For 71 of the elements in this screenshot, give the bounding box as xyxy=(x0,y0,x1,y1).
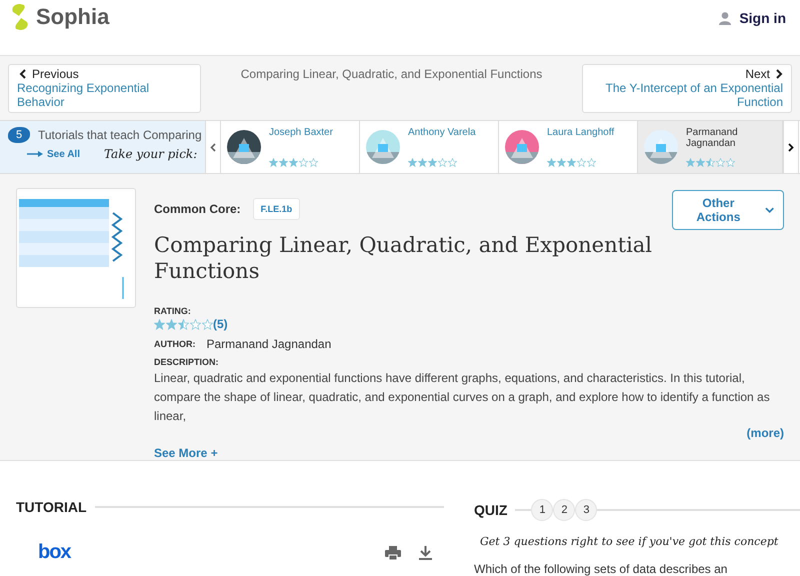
carousel-prev-button[interactable] xyxy=(205,121,221,173)
common-core-label: Common Core: xyxy=(154,202,241,216)
chevron-left-icon xyxy=(210,142,216,152)
star-icon xyxy=(577,158,586,167)
author-name: Parmanand Jagnandan xyxy=(206,337,332,351)
author-name: Parmanand Jagnandan xyxy=(686,127,739,149)
star-icon xyxy=(299,158,308,167)
star-icon xyxy=(706,158,715,167)
see-more-link[interactable]: See More + xyxy=(154,446,218,460)
more-link[interactable]: (more) xyxy=(746,426,784,440)
star-icon xyxy=(166,318,177,330)
question-step[interactable]: 2 xyxy=(553,499,576,521)
sign-in-link[interactable]: Sign in xyxy=(719,10,786,26)
star-icon xyxy=(696,158,705,167)
download-icon[interactable] xyxy=(419,546,432,560)
star-icon xyxy=(309,158,318,167)
logo-icon xyxy=(10,3,30,31)
next-link[interactable]: Next The Y-Intercept of an Exponential Function xyxy=(582,64,792,113)
previous-link[interactable]: Previous Recognizing Exponential Behavior xyxy=(8,64,201,113)
carousel-next-button[interactable] xyxy=(783,121,799,173)
question-step[interactable]: 1 xyxy=(531,499,554,521)
count-badge: 5 xyxy=(8,127,30,143)
question-step[interactable]: 3 xyxy=(575,499,598,521)
author-name: Joseph Baxter xyxy=(269,127,333,138)
arrow-right-icon xyxy=(27,151,43,157)
star-icon xyxy=(289,158,298,167)
rating-label: RATING: xyxy=(154,306,192,316)
question-text: Which of the following sets of data describes an xyxy=(474,562,728,576)
caret-icon xyxy=(764,206,774,214)
star-icon xyxy=(587,158,596,167)
star-icon xyxy=(190,318,201,330)
author-name: Anthony Varela xyxy=(408,127,476,138)
star-icon xyxy=(418,158,427,167)
section-heading: QUIZ xyxy=(474,502,508,518)
standard-tag[interactable]: F.LE.1b xyxy=(252,198,300,220)
rating-count[interactable]: (5) xyxy=(213,317,228,331)
author-name: Laura Langhoff xyxy=(547,127,614,138)
description-text: Linear, quadratic and exponential functions have different graphs, equations, and characteristics. In this tutorial, compare the shape of linear, quadratic, and exponential curves on a graph, and explore how to identify a function as linear, xyxy=(154,370,771,425)
star-icon xyxy=(428,158,437,167)
star-icon xyxy=(408,158,417,167)
see-all-link[interactable]: See All xyxy=(27,148,80,160)
author-label: AUTHOR: xyxy=(154,339,196,349)
star-icon xyxy=(438,158,447,167)
star-icon xyxy=(269,158,278,167)
star-icon xyxy=(202,318,213,330)
print-icon[interactable] xyxy=(385,546,401,560)
quiz-prompt: Get 3 questions right to see if you've got this concept xyxy=(480,535,780,548)
star-icon xyxy=(178,318,189,330)
description-label: DESCRIPTION: xyxy=(154,357,220,367)
tutorial-card[interactable]: Parmanand Jagnandan xyxy=(638,121,783,173)
user-icon xyxy=(719,12,732,24)
chevron-left-icon xyxy=(19,69,26,79)
star-icon xyxy=(448,158,457,167)
star-icon xyxy=(547,158,556,167)
chevron-right-icon xyxy=(776,69,783,79)
current-title: Comparing Linear, Quadratic, and Exponential Functions xyxy=(240,66,544,81)
tutorial-title: Comparing Linear, Quadratic, and Exponential Functions xyxy=(154,232,654,284)
chevron-right-icon xyxy=(788,142,794,152)
star-icon xyxy=(154,318,165,330)
tagline: Take your pick: xyxy=(104,147,198,161)
carousel-title: Tutorials that teach Comparing xyxy=(38,128,202,142)
star-icon xyxy=(716,158,725,167)
star-icon xyxy=(279,158,288,167)
star-icon xyxy=(686,158,695,167)
provider-logo: box xyxy=(38,541,71,564)
section-heading: TUTORIAL xyxy=(16,499,87,515)
star-icon xyxy=(557,158,566,167)
other-actions-button[interactable]: Other Actions xyxy=(672,190,784,230)
star-icon xyxy=(726,158,735,167)
logo-text[interactable]: Sophia xyxy=(36,4,110,30)
star-icon xyxy=(567,158,576,167)
